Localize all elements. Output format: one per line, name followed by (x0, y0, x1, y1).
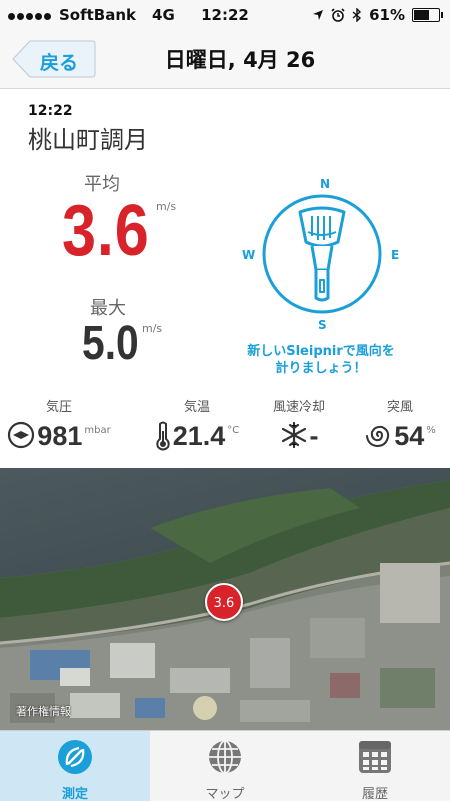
metric-pressure: 気圧 981 mbar (4, 396, 114, 452)
metric-value: 21.4 (172, 421, 226, 451)
metric-unit: % (426, 425, 436, 436)
metric-wind-chill: 風速冷却 - (244, 396, 354, 452)
metric-label: 気圧 (45, 400, 72, 415)
metric-unit: mbar (84, 425, 111, 436)
status-bar: SoftBank 4G 12:22 61% (0, 0, 450, 30)
gust-spiral-icon (366, 425, 390, 448)
page-title: 日曜日, 4月 26 (164, 48, 316, 72)
metric-unit: °C (227, 425, 240, 436)
tab-label: マップ (205, 787, 245, 802)
metric-label: 突風 (386, 400, 413, 415)
battery-icon (412, 8, 443, 22)
measure-icon (58, 740, 92, 774)
wind-direction-compass[interactable]: N E S W (240, 170, 400, 340)
battery-percent: 61% (369, 6, 405, 24)
bluetooth-icon (352, 8, 362, 22)
max-wind-value: 5.0 (82, 317, 139, 370)
map-copyright-link[interactable]: 著作権情報 (16, 703, 71, 719)
metric-label: 風速冷却 (272, 400, 325, 415)
metric-label: 気温 (183, 400, 210, 415)
tab-measure[interactable]: 測定 (0, 731, 150, 802)
anemometer-device-icon (298, 206, 346, 302)
wind-reading-marker[interactable]: 3.6 (205, 583, 243, 621)
reading-time: 12:22 (28, 103, 73, 119)
sleipnir-promo-message[interactable]: 新しいSleipnirで風向を 計りましょう！ (236, 343, 406, 377)
globe-icon (209, 740, 241, 774)
compass-n: N (320, 177, 330, 191)
barometer-icon (8, 421, 35, 449)
tab-history[interactable]: 履歴 (300, 731, 450, 802)
tab-bar: 測定 マップ 履歴 (0, 730, 450, 802)
tab-map[interactable]: マップ (150, 731, 300, 802)
alarm-clock-icon (331, 8, 345, 22)
navigation-bar: 戻る 日曜日, 4月 26 (0, 30, 450, 89)
metric-temperature: 気温 21.4 °C (142, 396, 252, 452)
compass-e: E (391, 248, 399, 262)
compass-icon: N E S W (242, 177, 399, 332)
location-arrow-icon (313, 10, 324, 20)
compass-s: S (318, 318, 327, 332)
compass-w: W (242, 248, 255, 262)
calendar-grid-icon (359, 741, 391, 773)
tab-label: 履歴 (361, 787, 388, 802)
max-wind-unit: m/s (142, 322, 163, 335)
metric-value: 981 (37, 421, 83, 451)
promo-line-1: 新しいSleipnirで風向を (247, 344, 395, 359)
metric-value: - (309, 421, 319, 451)
status-right: 61% (312, 6, 443, 24)
average-wind-unit: m/s (156, 200, 177, 213)
location-name: 桃山町調月 (28, 126, 148, 154)
thermometer-icon (156, 421, 170, 451)
metric-value: 54 (394, 421, 425, 451)
promo-line-2: 計りましょう！ (275, 361, 367, 376)
snowflake-icon (281, 421, 306, 449)
tab-label: 測定 (61, 787, 88, 802)
metric-gust: 突風 54 % (345, 396, 450, 452)
average-wind-value: 3.6 (62, 191, 150, 271)
